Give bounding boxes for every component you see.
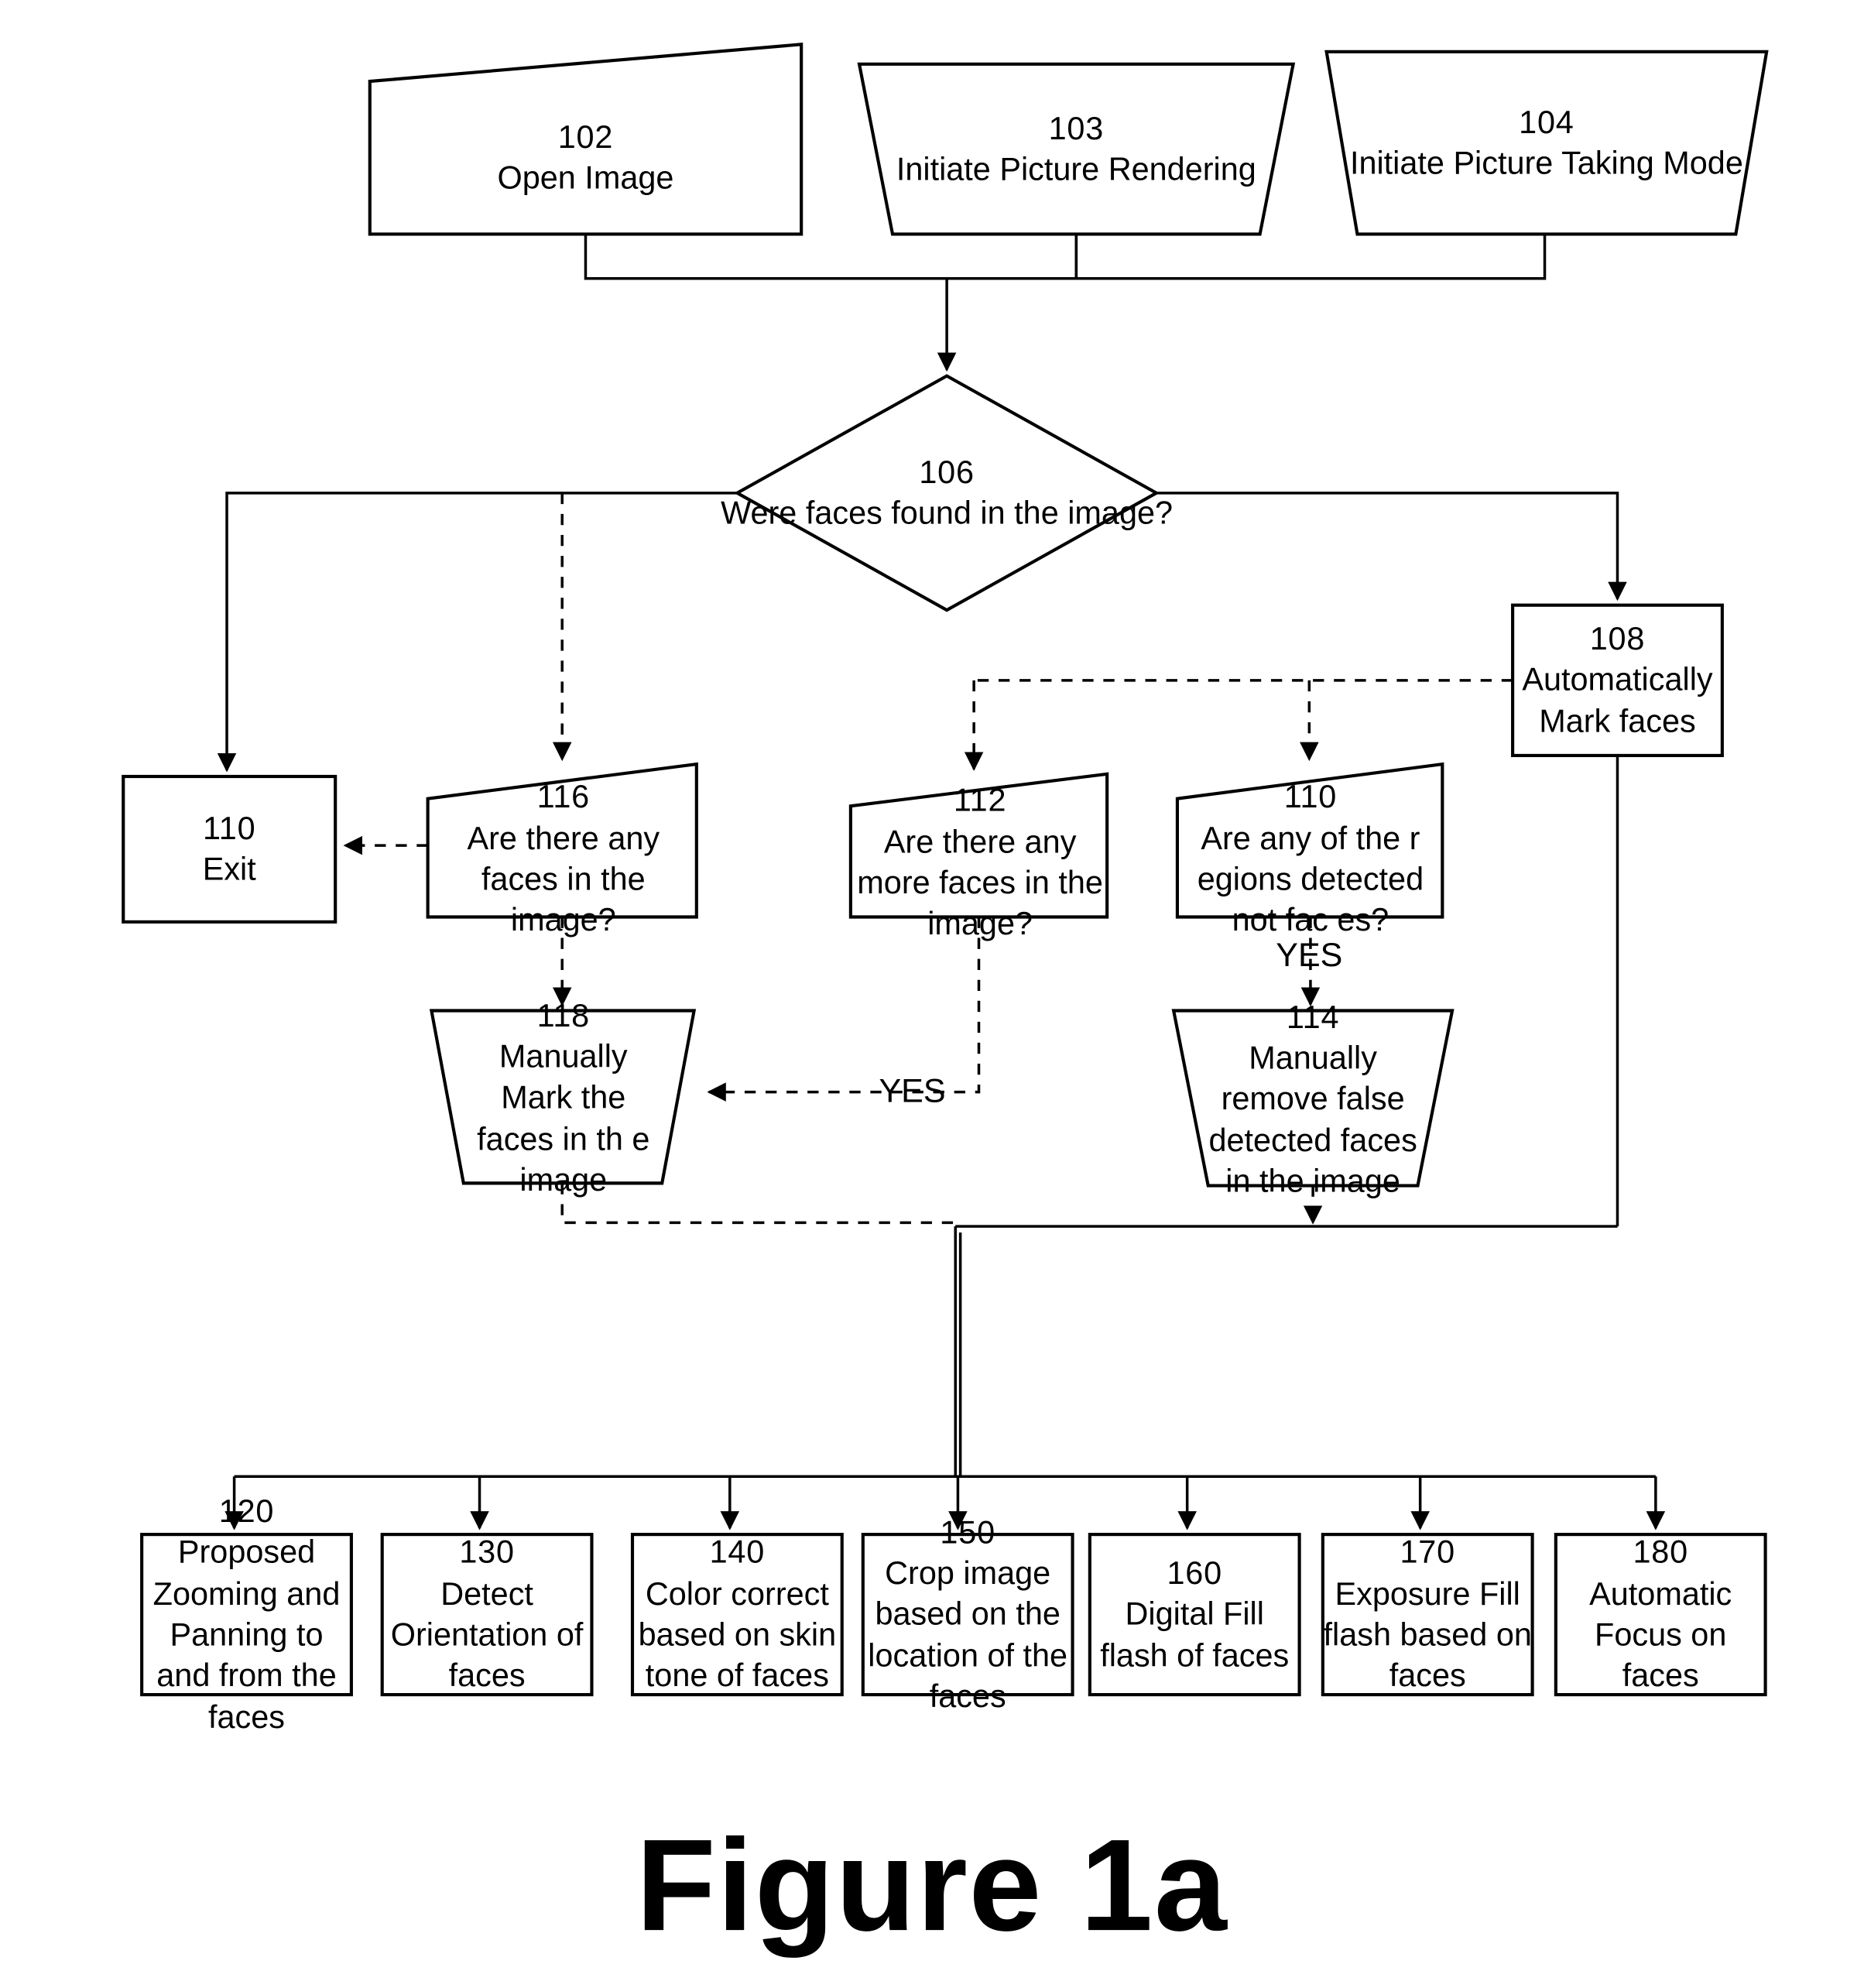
node-120-number: 120: [218, 1493, 275, 1530]
node-108-number: 108: [1589, 619, 1646, 657]
node-106-text: Were faces found in the image?: [721, 494, 1174, 532]
node-102-text: Open Image: [497, 159, 674, 197]
node-160-number: 160: [1167, 1554, 1222, 1592]
node-110-exit: 110 Exit: [123, 776, 335, 922]
node-108-text: Automatically Mark faces: [1522, 660, 1713, 739]
node-130: 130 Detect Orientation of faces: [380, 1534, 594, 1694]
node-130-text: Detect Orientation of faces: [390, 1575, 584, 1694]
node-140: 140 Color correct based on skin tone of …: [630, 1534, 845, 1694]
node-116-number: 116: [536, 778, 591, 816]
node-104-number: 104: [1519, 103, 1574, 141]
patent-figure-page: 102 Open Image 103 Initiate Picture Rend…: [0, 0, 1864, 1988]
node-112: 112 Are there any more faces in the imag…: [848, 782, 1112, 942]
node-106: 106 Were faces found in the image?: [715, 424, 1179, 562]
node-114-number: 114: [1286, 998, 1340, 1036]
node-170-text: Exposure Fill flash based on faces: [1323, 1575, 1532, 1694]
node-103-number: 103: [1048, 109, 1105, 147]
node-104: 104 Initiate Picture Taking Mode: [1327, 52, 1767, 235]
node-106-number: 106: [919, 453, 975, 491]
node-150-text: Crop image based on the location of the …: [868, 1554, 1068, 1715]
node-150: 150 Crop image based on the location of …: [861, 1513, 1075, 1715]
node-160: 160 Digital Fill flash of faces: [1088, 1537, 1302, 1692]
node-180-text: Automatic Focus on faces: [1589, 1575, 1732, 1694]
node-116: 116 Are there any faces in the image?: [425, 778, 701, 938]
node-103-text: Initiate Picture Rendering: [896, 150, 1256, 187]
node-102-number: 102: [557, 118, 614, 156]
figure-caption: Figure 1a: [636, 1812, 1228, 1959]
node-180-number: 180: [1633, 1534, 1688, 1572]
node-130-number: 130: [459, 1534, 515, 1572]
edge-label-yes-110-114: YES: [1276, 936, 1343, 974]
node-150-number: 150: [940, 1513, 995, 1551]
node-112-number: 112: [953, 782, 1007, 819]
node-110-regions-text: Are any of the r egions detected not fac…: [1197, 819, 1424, 938]
node-110-exit-text: Exit: [202, 850, 256, 888]
node-120: 120 Proposed Zooming and Panning to and …: [139, 1493, 354, 1735]
node-118: 118 Manually Mark the faces in th e imag…: [434, 997, 693, 1198]
scaled-content: 102 Open Image 103 Initiate Picture Rend…: [0, 0, 1864, 1988]
node-170-number: 170: [1400, 1534, 1455, 1572]
node-114: 114 Manually remove false detected faces…: [1174, 998, 1452, 1199]
node-108: 108 Automatically Mark faces: [1504, 610, 1731, 750]
node-140-text: Color correct based on skin tone of face…: [638, 1575, 837, 1694]
node-110-exit-number: 110: [203, 809, 256, 847]
node-140-number: 140: [709, 1534, 766, 1572]
node-110-regions-number: 110: [1283, 778, 1338, 816]
node-160-text: Digital Fill flash of faces: [1100, 1595, 1290, 1674]
node-104-text: Initiate Picture Taking Mode: [1349, 144, 1743, 182]
node-120-text: Proposed Zooming and Panning to and from…: [152, 1534, 341, 1735]
node-112-text: Are there any more faces in the image?: [857, 823, 1103, 942]
node-110-regions: 110 Are any of the r egions detected not…: [1174, 778, 1448, 938]
node-170: 170 Exposure Fill flash based on faces: [1321, 1534, 1535, 1694]
node-118-number: 118: [536, 996, 591, 1034]
node-102: 102 Open Image: [370, 81, 801, 234]
edge-label-yes-112-118: YES: [879, 1072, 946, 1109]
node-118-text: Manually Mark the faces in th e image: [477, 1037, 650, 1198]
node-103: 103 Initiate Picture Rendering: [859, 64, 1293, 235]
node-180: 180 Automatic Focus on faces: [1554, 1534, 1768, 1694]
node-116-text: Are there any faces in the image?: [467, 819, 660, 938]
node-114-text: Manually remove false detected faces in …: [1208, 1039, 1417, 1199]
